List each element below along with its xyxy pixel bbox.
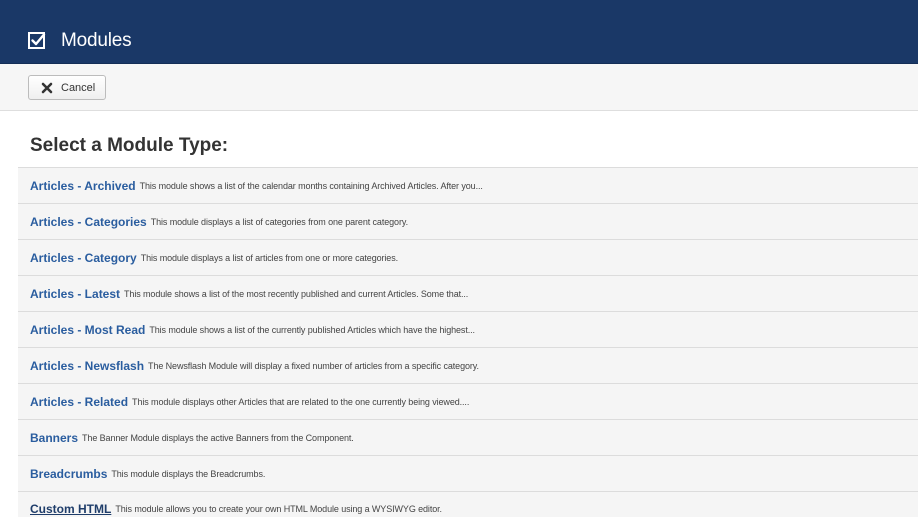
module-description: This module displays a list of categorie… xyxy=(150,216,408,227)
module-link[interactable]: Articles - Categories xyxy=(30,215,147,229)
section-heading: Select a Module Type: xyxy=(30,135,229,156)
module-link[interactable]: Banners xyxy=(30,431,78,445)
module-description: This module displays the Breadcrumbs. xyxy=(111,468,266,479)
list-item: Breadcrumbs This module displays the Bre… xyxy=(18,455,918,491)
list-item: Articles - Newsflash The Newsflash Modul… xyxy=(18,347,918,383)
list-item: Custom HTML This module allows you to cr… xyxy=(18,491,918,517)
module-description: The Newsflash Module will display a fixe… xyxy=(148,360,479,371)
cancel-button[interactable]: Cancel xyxy=(28,75,107,100)
module-link[interactable]: Articles - Archived xyxy=(30,179,136,193)
checkbox-icon xyxy=(27,31,47,51)
page-title: Modules xyxy=(27,29,132,53)
module-link[interactable]: Articles - Related xyxy=(30,395,128,409)
module-link[interactable]: Breadcrumbs xyxy=(30,467,107,481)
close-icon xyxy=(41,82,53,94)
module-description: This module displays other Articles that… xyxy=(132,396,470,407)
list-item: Articles - Categories This module displa… xyxy=(18,203,918,239)
cancel-button-label: Cancel xyxy=(61,81,96,94)
module-description: The Banner Module displays the active Ba… xyxy=(82,432,354,443)
list-item: Articles - Most Read This module shows a… xyxy=(18,311,918,347)
module-description: This module shows a list of the currentl… xyxy=(149,324,475,335)
module-link[interactable]: Articles - Latest xyxy=(30,287,120,301)
header-bar: Modules xyxy=(0,0,918,64)
module-description: This module shows a list of the most rec… xyxy=(124,288,469,299)
module-link[interactable]: Custom HTML xyxy=(30,502,111,516)
module-description: This module displays a list of articles … xyxy=(140,252,399,263)
list-item: Articles - Related This module displays … xyxy=(18,383,918,419)
module-link[interactable]: Articles - Newsflash xyxy=(30,359,144,373)
list-item: Articles - Archived This module shows a … xyxy=(18,167,918,203)
page-title-text: Modules xyxy=(61,30,132,51)
module-type-list: Articles - Archived This module shows a … xyxy=(18,167,918,517)
module-description: This module shows a list of the calendar… xyxy=(139,180,483,191)
module-link[interactable]: Articles - Most Read xyxy=(30,323,145,337)
module-link[interactable]: Articles - Category xyxy=(30,251,137,265)
toolbar: Cancel xyxy=(0,64,918,111)
module-description: This module allows you to create your ow… xyxy=(115,504,442,514)
list-item: Banners The Banner Module displays the a… xyxy=(18,419,918,455)
page: Modules Cancel Select a Module Type: Art… xyxy=(0,0,918,517)
list-item: Articles - Latest This module shows a li… xyxy=(18,275,918,311)
list-item: Articles - Category This module displays… xyxy=(18,239,918,275)
